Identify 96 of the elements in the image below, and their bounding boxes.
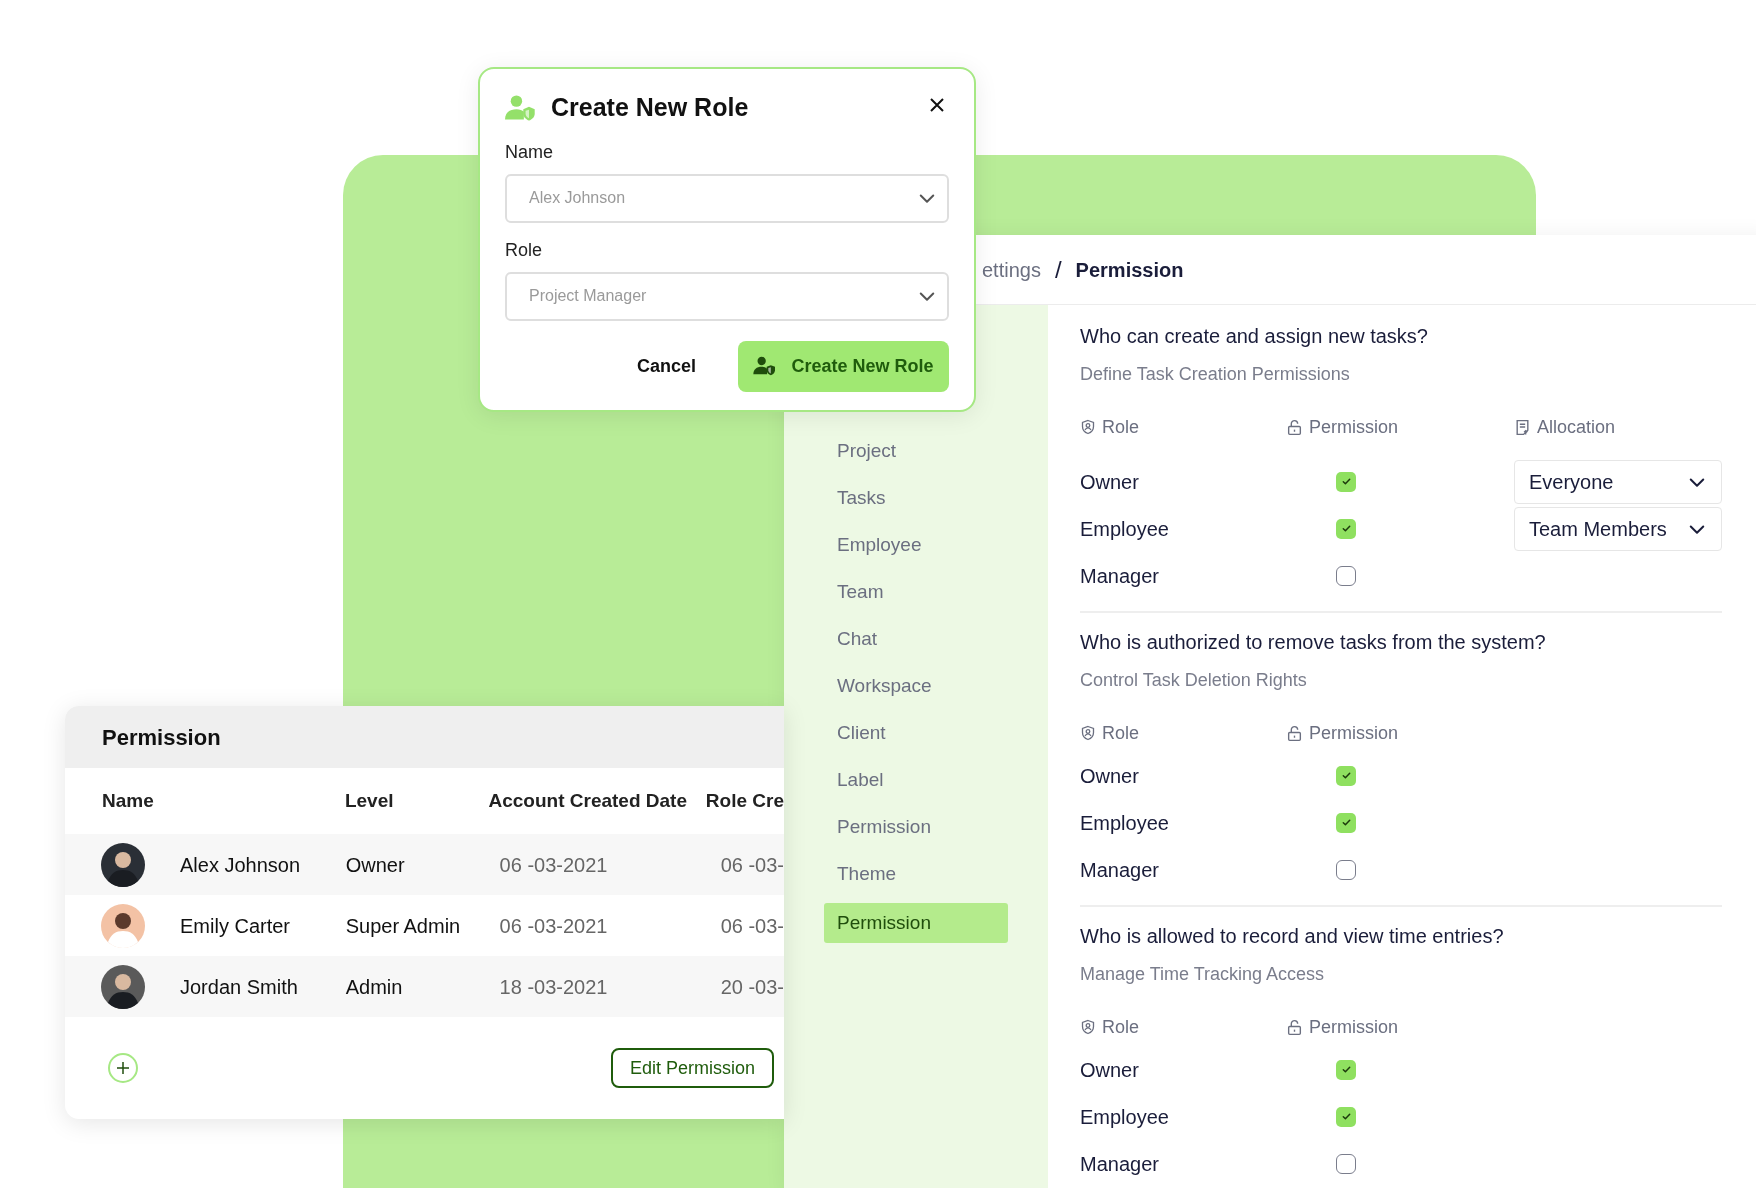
table-row[interactable]: Alex Johnson Owner 06 -03-2021 06 -03- (65, 834, 784, 895)
question-subtitle: Manage Time Tracking Access (1080, 963, 1326, 986)
sidebar-item[interactable]: Workspace (824, 668, 1008, 704)
shield-icon (1080, 1019, 1096, 1035)
role-label: Owner (1080, 469, 1140, 495)
role-label: Manager (1080, 857, 1160, 883)
document-icon (1514, 418, 1531, 436)
table-cell-text: 20 -03- (720, 974, 784, 1000)
checkbox[interactable] (1336, 765, 1356, 786)
role-label: Employee (1080, 1104, 1170, 1130)
checkmark-icon (1340, 770, 1352, 781)
role-label: Owner (1080, 1057, 1140, 1083)
role-label: Employee (1080, 810, 1170, 836)
question-title: Who can create and assign new tasks? (1080, 324, 1429, 349)
checkbox[interactable] (1336, 1059, 1356, 1080)
table-cell-text: 06 -03- (720, 852, 784, 878)
user-shield-icon (505, 93, 537, 122)
table-cell-text: 18 -03-2021 (499, 974, 609, 1000)
column-header: Permission (1309, 1015, 1399, 1039)
question-title: Who is authorized to remove tasks from the system? (1080, 630, 1547, 655)
table-cell-text: Admin (345, 974, 404, 1000)
role-label: Manager (1080, 1151, 1160, 1177)
column-header: Name (101, 788, 155, 813)
column-header: Role (1102, 721, 1140, 745)
table-cell-text: 06 -03- (720, 913, 784, 939)
checkbox[interactable] (1336, 859, 1356, 880)
sidebar-item[interactable]: Project (824, 433, 1008, 469)
sidebar-item[interactable]: Chat (824, 621, 1008, 657)
field-label: Role (505, 238, 544, 262)
checkmark-icon (1340, 817, 1352, 828)
sidebar-item[interactable]: Client (824, 715, 1008, 751)
table-row[interactable]: Emily Carter Super Admin 06 -03-2021 06 -03- (65, 895, 784, 956)
sidebar-item[interactable]: Permission (824, 903, 1008, 943)
table-cell-text: 06 -03-2021 (499, 852, 609, 878)
breadcrumb-item[interactable]: ettings (982, 254, 1041, 285)
checkbox[interactable] (1336, 1153, 1356, 1174)
lock-icon (1286, 418, 1303, 436)
table-cell-text: Jordan Smith (180, 974, 298, 1000)
field-label: Name (505, 140, 554, 164)
question-subtitle: Control Task Deletion Rights (1080, 669, 1308, 692)
cancel-button[interactable]: Cancel (634, 352, 698, 380)
plus-icon (116, 1061, 130, 1075)
column-header: Role (1102, 415, 1140, 439)
card-title: Permission (102, 723, 221, 752)
sidebar-item[interactable]: Label (824, 762, 1008, 798)
sidebar-item[interactable]: Permission (824, 809, 1008, 845)
close-icon (929, 96, 945, 113)
column-header: Role Cre (705, 788, 784, 813)
checkmark-icon (1340, 476, 1352, 487)
table-cell-text: Alex Johnson (180, 852, 301, 878)
lock-icon (1286, 724, 1303, 742)
allocation-dropdown[interactable]: Team Members (1514, 506, 1722, 551)
table-cell-text: 06 -03-2021 (499, 913, 609, 939)
sidebar-item[interactable]: Tasks (824, 480, 1008, 516)
breadcrumb-separator: / (1054, 254, 1062, 285)
checkbox[interactable] (1336, 565, 1356, 586)
edit-permission-button[interactable]: Edit Permission (610, 1048, 774, 1088)
breadcrumb-item: Permission (1075, 257, 1184, 283)
avatar (101, 903, 145, 948)
shield-icon (1080, 419, 1096, 435)
table-cell-text: Super Admin (345, 913, 462, 939)
column-header: Role (1102, 1015, 1140, 1039)
table-row[interactable]: Jordan Smith Admin 18 -03-2021 20 -03- (65, 956, 784, 1017)
column-header: Allocation (1537, 415, 1616, 439)
checkmark-icon (1340, 523, 1352, 534)
column-header: Permission (1309, 721, 1399, 745)
checkmark-icon (1340, 1064, 1352, 1075)
user-shield-icon (753, 356, 778, 376)
table-cell-text: Emily Carter (180, 913, 290, 939)
dialog-title: Create New Role (551, 92, 749, 123)
role-label: Employee (1080, 516, 1170, 542)
lock-icon (1286, 1018, 1303, 1036)
question-subtitle: Define Task Creation Permissions (1080, 363, 1351, 386)
column-header: Permission (1309, 415, 1399, 439)
sidebar-item[interactable]: Team (824, 574, 1008, 610)
allocation-dropdown[interactable]: Everyone (1514, 459, 1722, 504)
create-role-button[interactable]: Create New Role (738, 340, 949, 392)
checkbox[interactable] (1336, 518, 1356, 539)
role-label: Manager (1080, 563, 1160, 589)
table-cell-text: Owner (345, 852, 406, 878)
column-header: Level (344, 788, 395, 813)
sidebar-item[interactable]: Theme (824, 856, 1008, 892)
checkbox[interactable] (1336, 471, 1356, 492)
question-title: Who is allowed to record and view time entries? (1080, 924, 1505, 949)
sidebar-item[interactable]: Employee (824, 527, 1008, 563)
checkmark-icon (1340, 1111, 1352, 1122)
avatar (101, 964, 145, 1009)
checkbox[interactable] (1336, 812, 1356, 833)
shield-icon (1080, 725, 1096, 741)
select-field[interactable]: Alex Johnson (505, 173, 949, 223)
column-header: Account Created Date (488, 788, 688, 813)
select-field[interactable]: Project Manager (505, 271, 949, 321)
add-button[interactable] (108, 1053, 138, 1083)
avatar (101, 842, 145, 887)
role-label: Owner (1080, 763, 1140, 789)
checkbox[interactable] (1336, 1106, 1356, 1127)
